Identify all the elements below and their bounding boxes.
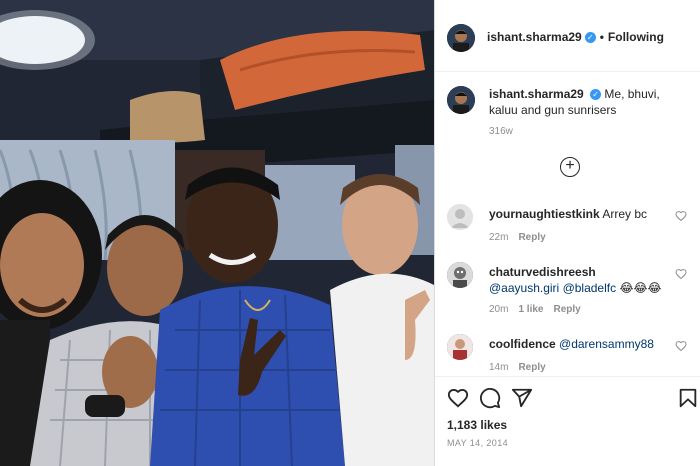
comment-text-block: yournaughtiestkink Arrey bc (489, 206, 669, 222)
comment-avatar[interactable] (447, 204, 473, 230)
comment-username[interactable]: coolfidence (489, 337, 556, 351)
verified-badge-icon: ✓ (584, 32, 596, 43)
comment-icon[interactable] (479, 387, 501, 409)
following-button[interactable]: Following (608, 30, 664, 44)
likes-count[interactable]: 1,183 likes (447, 418, 507, 432)
bookmark-icon[interactable] (677, 387, 699, 409)
caption-username[interactable]: ishant.sharma29 (489, 87, 584, 101)
comment-time[interactable]: 20m (489, 304, 508, 315)
comment-text-block: chaturvedishreesh @aayush.giri @bladelfc… (489, 264, 669, 296)
caption-verified-icon: ✓ (590, 89, 602, 100)
author-username[interactable]: ishant.sharma29 (487, 30, 582, 44)
comment-text-block: coolfidence @darensammy88 (489, 336, 669, 352)
comment-meta: 14m Reply (489, 362, 556, 373)
comment-time[interactable]: 22m (489, 232, 508, 243)
post-side-panel: ishant.sharma29 ✓ • Following ishant.sharma… (435, 0, 700, 466)
comment-time[interactable]: 14m (489, 362, 508, 373)
post-date[interactable]: MAY 14, 2014 (447, 438, 508, 448)
comment-meta: 20m 1 like Reply (489, 304, 591, 315)
heart-icon[interactable] (447, 387, 469, 409)
comment-mention[interactable]: @darensammy88 (559, 337, 654, 351)
comment-mention[interactable]: @bladelfc (563, 281, 617, 295)
heart-outline-icon[interactable] (675, 268, 687, 280)
header-user-line: ishant.sharma29 ✓ • Following (487, 30, 664, 44)
caption-text-block: ishant.sharma29 ✓ Me, bhuvi, kaluu and g… (489, 86, 689, 118)
author-avatar[interactable] (447, 24, 475, 52)
plus-circle-icon[interactable]: + (560, 157, 580, 177)
comment-mention[interactable]: @aayush.giri (489, 281, 559, 295)
comment-username[interactable]: yournaughtiestkink (489, 207, 600, 221)
share-icon[interactable] (511, 387, 533, 409)
comment-username[interactable]: chaturvedishreesh (489, 265, 596, 279)
group-photo-illustration (0, 0, 434, 466)
heart-outline-icon[interactable] (675, 210, 687, 222)
post-actions: 1,183 likes MAY 14, 2014 (435, 376, 700, 466)
comment-emoji: 😂😂😂 (619, 281, 662, 295)
header-separator: • (599, 30, 604, 44)
caption-avatar[interactable] (447, 86, 475, 114)
comment-avatar[interactable] (447, 334, 473, 360)
caption-timestamp[interactable]: 316w (489, 126, 513, 137)
reply-button[interactable]: Reply (518, 362, 545, 373)
post-header: ishant.sharma29 ✓ • Following (435, 0, 700, 72)
reply-button[interactable]: Reply (553, 304, 580, 315)
comment-text: Arrey bc (602, 207, 648, 221)
heart-outline-icon[interactable] (675, 340, 687, 352)
comment-avatar[interactable] (447, 262, 473, 288)
reply-button[interactable]: Reply (518, 232, 545, 243)
comment-likes[interactable]: 1 like (518, 304, 543, 315)
post-photo[interactable] (0, 0, 434, 466)
comment-meta: 22m Reply (489, 232, 556, 243)
